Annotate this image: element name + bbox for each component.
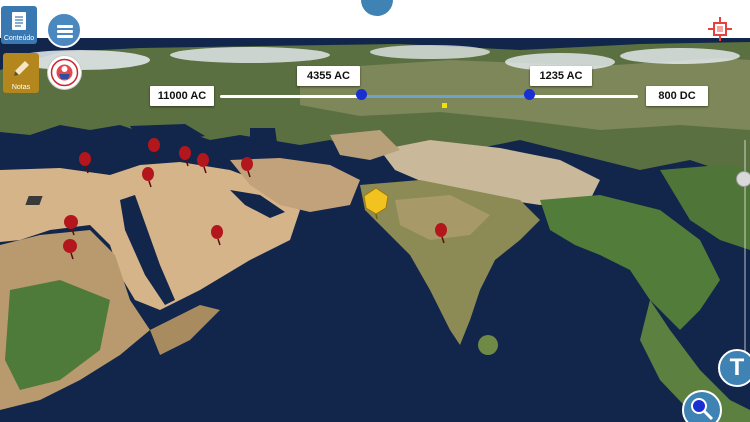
notes-label: Notas	[11, 84, 31, 91]
map-pin[interactable]	[148, 138, 160, 159]
zoom-slider-thumb[interactable]	[736, 171, 750, 187]
timeline-handle-1-label: 4355 AC	[297, 66, 360, 86]
map-pin-highlighted[interactable]	[363, 187, 389, 220]
timeline-handle-1[interactable]	[356, 89, 367, 100]
logo	[47, 55, 82, 90]
timeline-handle-2[interactable]	[524, 89, 535, 100]
timeline-start-label: 11000 AC	[150, 86, 214, 106]
map-pin[interactable]	[142, 167, 154, 188]
map-pin[interactable]	[197, 153, 209, 174]
map-pin[interactable]	[179, 146, 191, 167]
map-pin[interactable]	[211, 225, 223, 246]
timeline-handle-2-label: 1235 AC	[530, 66, 592, 86]
search-icon	[691, 398, 714, 421]
map-pin[interactable]	[63, 239, 77, 260]
map-pin[interactable]	[79, 152, 91, 174]
text-button[interactable]: T	[718, 349, 750, 387]
notes-button[interactable]: Notas	[3, 53, 39, 93]
timeline-end-label: 800 DC	[646, 86, 708, 106]
timeline-track[interactable]	[220, 95, 638, 98]
timeline-selected-range	[361, 95, 529, 98]
map-pin[interactable]	[241, 157, 253, 178]
app: Conteúdo Notas 11000 AC 800 DC 4355 AC 1…	[0, 0, 750, 422]
map-pin[interactable]	[64, 215, 78, 236]
top-pull-handle[interactable]	[361, 0, 393, 16]
document-icon	[12, 12, 26, 30]
logo-emblem	[50, 58, 79, 87]
contents-label: Conteúdo	[3, 35, 35, 42]
target-icon[interactable]	[707, 16, 733, 42]
text-icon: T	[729, 354, 745, 381]
timeline-marker	[442, 103, 447, 108]
map-pin[interactable]	[435, 223, 447, 244]
artifact-marker[interactable]	[25, 196, 43, 205]
top-bar	[0, 0, 750, 38]
contents-button[interactable]: Conteúdo	[1, 6, 37, 44]
search-button[interactable]	[682, 390, 722, 422]
menu-button[interactable]	[46, 12, 82, 48]
pencil-icon	[14, 61, 29, 76]
